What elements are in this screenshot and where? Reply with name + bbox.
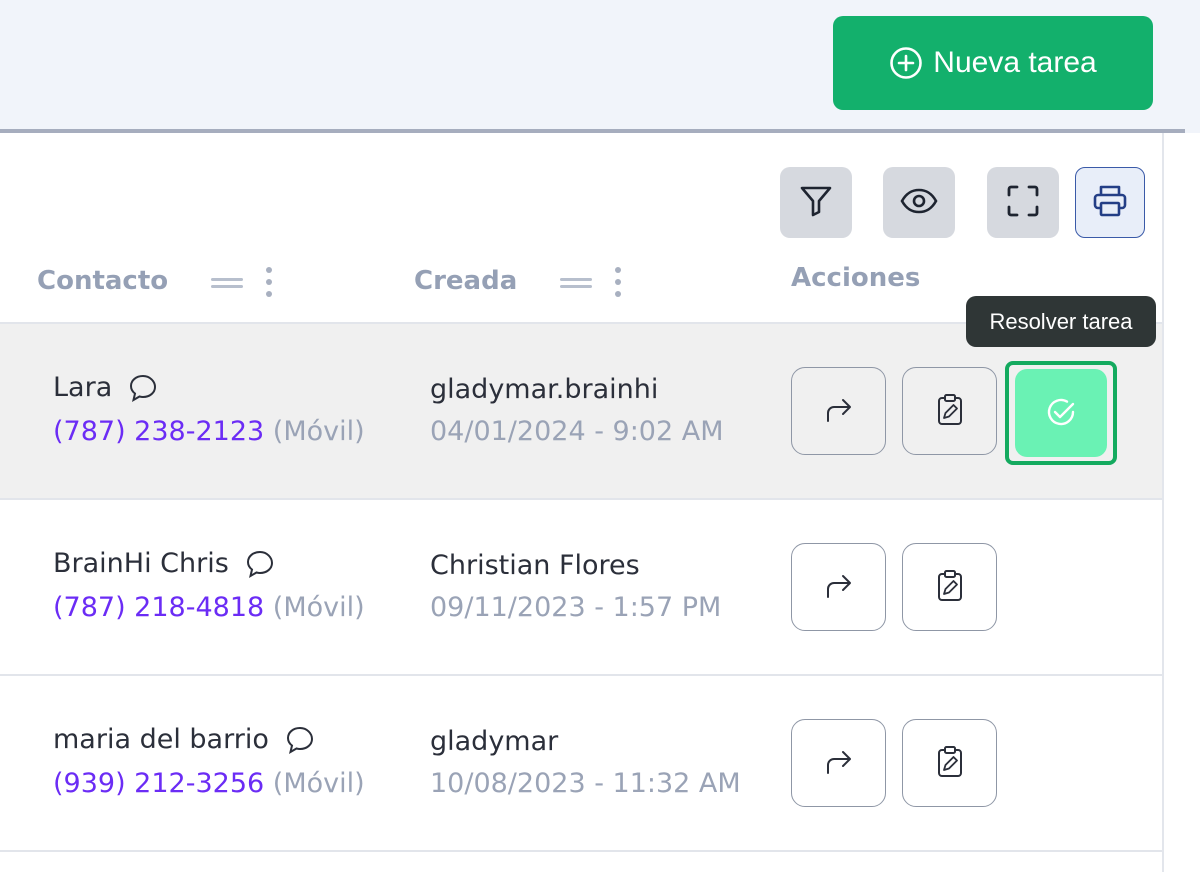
created-date: 09/11/2023 - 1:57 PM [430,592,722,623]
filter-button[interactable] [780,167,852,238]
print-button[interactable] [1075,167,1145,238]
contact-name[interactable]: BrainHi Chris [53,548,275,579]
forward-arrow-icon [823,747,855,780]
resolve-task-focus-ring [1005,361,1117,465]
contact-column-drag-handle[interactable] [211,276,243,290]
contact-name[interactable]: Lara [53,372,158,403]
forward-arrow-icon [823,395,855,428]
contact-column-menu-icon[interactable] [266,267,272,297]
edit-task-button[interactable] [902,543,997,631]
edit-task-button[interactable] [902,719,997,807]
top-bar-edge [1185,0,1200,133]
chat-bubble-icon[interactable] [128,373,158,403]
column-visibility-button[interactable] [883,167,955,238]
forward-task-button[interactable] [791,719,886,807]
contact-phone[interactable]: (787) 238-2123 (Móvil) [53,416,365,447]
created-by: Christian Flores [430,550,640,581]
clipboard-edit-icon [935,745,965,782]
created-by: gladymar.brainhi [430,374,659,405]
edit-task-button[interactable] [902,367,997,455]
forward-arrow-icon [823,571,855,604]
chat-bubble-icon[interactable] [285,725,315,755]
check-circle-icon [1044,395,1078,432]
eye-icon [900,187,938,218]
fullscreen-button[interactable] [987,167,1059,238]
new-task-button[interactable]: Nueva tarea [833,16,1153,110]
new-task-label: Nueva tarea [933,46,1097,79]
clipboard-edit-icon [935,393,965,430]
created-column-drag-handle[interactable] [560,276,592,290]
resolve-task-button[interactable] [1015,369,1107,457]
created-column-menu-icon[interactable] [615,267,621,297]
column-header-actions: Acciones [791,263,921,293]
contact-phone[interactable]: (939) 212-3256 (Móvil) [53,768,365,799]
fullscreen-icon [1006,184,1040,221]
contact-phone[interactable]: (787) 218-4818 (Móvil) [53,592,365,623]
created-by: gladymar [430,726,559,757]
plus-circle-icon [889,46,923,80]
contact-name[interactable]: maria del barrio [53,724,315,755]
clipboard-edit-icon [935,569,965,606]
column-header-created[interactable]: Creada [414,266,517,296]
chat-bubble-icon[interactable] [245,549,275,579]
forward-task-button[interactable] [791,543,886,631]
forward-task-button[interactable] [791,367,886,455]
scrollbar[interactable] [1162,133,1200,872]
created-date: 04/01/2024 - 9:02 AM [430,416,724,447]
printer-icon [1092,184,1128,221]
column-header-contact[interactable]: Contacto [37,266,168,296]
resolve-task-tooltip: Resolver tarea [966,296,1156,347]
filter-icon [798,183,834,222]
created-date: 10/08/2023 - 11:32 AM [430,768,741,799]
